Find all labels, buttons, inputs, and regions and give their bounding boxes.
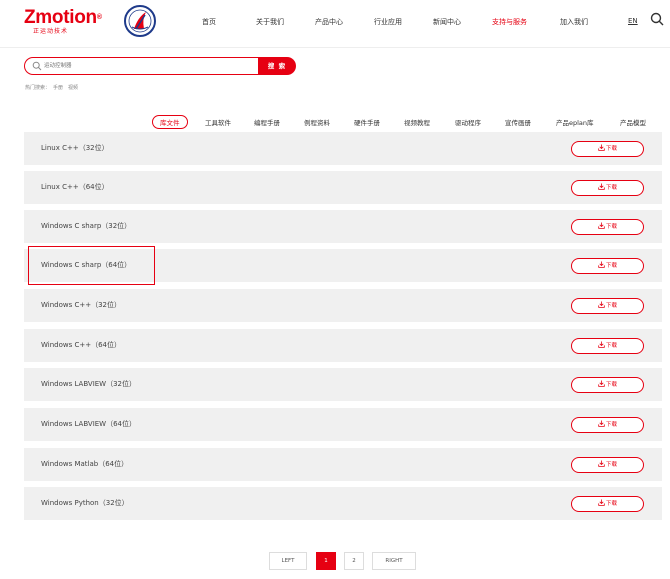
download-button[interactable]: 下载 — [571, 496, 644, 512]
pagination-prev-button[interactable]: LEFT — [269, 552, 307, 570]
file-row: Linux C++（32位） 下载 — [24, 132, 662, 165]
file-row: Windows Matlab（64位） 下载 — [24, 448, 662, 481]
download-icon — [598, 341, 605, 348]
download-icon — [598, 380, 605, 387]
search-icon[interactable] — [650, 12, 664, 26]
nav-item-industry[interactable]: 行业应用 — [374, 17, 402, 27]
download-icon — [598, 420, 605, 427]
tab-video-tutorials[interactable]: 视频教程 — [404, 117, 430, 127]
download-button[interactable]: 下载 — [571, 219, 644, 235]
tab-brochures[interactable]: 宣传画册 — [505, 117, 531, 127]
tab-eplan-library[interactable]: 产品eplan库 — [556, 117, 594, 127]
site-header: Zmotion® 正运动技术 首页 关于我们 产品中心 行业应用 新闻中心 支持… — [0, 0, 670, 50]
tab-programming-manuals[interactable]: 编程手册 — [254, 117, 280, 127]
download-button[interactable]: 下载 — [571, 258, 644, 274]
file-row: Windows Python（32位） 下载 — [24, 487, 662, 520]
tab-tools[interactable]: 工具软件 — [205, 117, 231, 127]
file-name: Windows C++（32位） — [41, 301, 121, 309]
nav-item-home[interactable]: 首页 — [202, 17, 216, 27]
file-row: Windows C sharp（32位） 下载 — [24, 210, 662, 243]
brand-emblem-icon — [124, 5, 156, 37]
file-row: Windows C++（32位） 下载 — [24, 289, 662, 322]
download-icon — [598, 301, 605, 308]
file-row: Windows C sharp（64位） 下载 — [24, 249, 662, 282]
download-icon — [598, 144, 605, 151]
file-name: Windows C sharp（64位） — [41, 261, 132, 269]
file-name: Linux C++（64位） — [41, 183, 109, 191]
file-name: Windows LABVIEW（32位） — [41, 380, 137, 388]
search-button[interactable]: 搜 索 — [258, 57, 296, 75]
search-input[interactable] — [44, 59, 254, 73]
hot-searches: 热门搜索： 手册 视频 — [25, 84, 83, 91]
download-button[interactable]: 下载 — [571, 457, 644, 473]
search-field — [24, 57, 259, 75]
download-button[interactable]: 下载 — [571, 377, 644, 393]
brand-logo[interactable]: Zmotion® 正运动技术 — [24, 8, 102, 36]
hot-search-link[interactable]: 视频 — [68, 85, 78, 91]
tab-product-models[interactable]: 产品模型 — [620, 117, 646, 127]
download-icon — [598, 261, 605, 268]
brand-subtitle: 正运动技术 — [33, 28, 69, 35]
trademark-mark: ® — [96, 14, 102, 21]
file-name: Windows LABVIEW（64位） — [41, 420, 137, 428]
download-button[interactable]: 下载 — [571, 338, 644, 354]
file-row: Windows LABVIEW（64位） 下载 — [24, 408, 662, 441]
pagination-page-button[interactable]: 1 — [316, 552, 336, 570]
pagination-next-button[interactable]: RIGHT — [372, 552, 416, 570]
download-button[interactable]: 下载 — [571, 180, 644, 196]
download-button[interactable]: 下载 — [571, 298, 644, 314]
header-divider — [0, 47, 670, 48]
file-name: Windows Python（32位） — [41, 499, 129, 507]
download-icon — [598, 222, 605, 229]
brand-name: Zmotion — [24, 7, 97, 28]
nav-item-products[interactable]: 产品中心 — [315, 17, 343, 27]
download-icon — [598, 499, 605, 506]
pagination-page-button[interactable]: 2 — [344, 552, 364, 570]
tab-library-files[interactable]: 库文件 — [152, 115, 188, 129]
download-icon — [598, 183, 605, 190]
file-name: Linux C++（32位） — [41, 144, 109, 152]
hot-search-label: 热门搜索： — [25, 85, 51, 91]
file-name: Windows C++（64位） — [41, 341, 121, 349]
download-icon — [598, 460, 605, 467]
language-switch[interactable]: EN — [628, 17, 638, 25]
download-button[interactable]: 下载 — [571, 141, 644, 157]
file-name: Windows Matlab（64位） — [41, 460, 129, 468]
search-field-icon — [32, 61, 42, 71]
file-row: Linux C++（64位） 下载 — [24, 171, 662, 204]
nav-item-support[interactable]: 支持与服务 — [492, 17, 527, 27]
hot-search-link[interactable]: 手册 — [53, 85, 63, 91]
nav-item-careers[interactable]: 加入我们 — [560, 17, 588, 27]
file-name: Windows C sharp（32位） — [41, 222, 132, 230]
tab-examples[interactable]: 例程资料 — [304, 117, 330, 127]
tab-drivers[interactable]: 驱动程序 — [455, 117, 481, 127]
nav-item-about[interactable]: 关于我们 — [256, 17, 284, 27]
download-button[interactable]: 下载 — [571, 417, 644, 433]
tab-hardware-manuals[interactable]: 硬件手册 — [354, 117, 380, 127]
nav-item-news[interactable]: 新闻中心 — [433, 17, 461, 27]
file-row: Windows LABVIEW（32位） 下载 — [24, 368, 662, 401]
file-row: Windows C++（64位） 下载 — [24, 329, 662, 362]
